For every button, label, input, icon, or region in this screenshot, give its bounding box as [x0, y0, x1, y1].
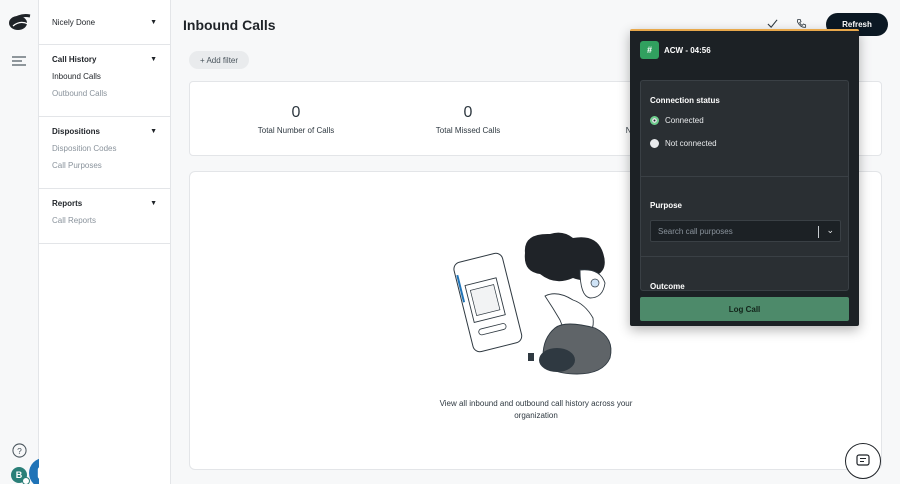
radio-unchecked-icon [650, 139, 659, 148]
stat-total-calls: 0 Total Number of Calls [257, 104, 335, 135]
sidebar-item-inbound-calls[interactable]: Inbound Calls [52, 72, 157, 81]
chevron-down-icon: ▼ [150, 18, 157, 26]
sidebar: Nicely Done ▼ Call History ▼ Inbound Cal… [39, 0, 171, 484]
sidebar-section-header[interactable]: Reports ▼ [52, 199, 157, 208]
purpose-placeholder: Search call purposes [658, 226, 733, 236]
select-separator [818, 226, 819, 238]
divider [641, 176, 848, 177]
workspace-selector[interactable]: Nicely Done ▼ [39, 0, 170, 44]
chat-bubble-icon [856, 454, 870, 466]
radio-connected[interactable]: Connected [650, 116, 704, 125]
chevron-down-icon: ⌄ [826, 225, 834, 235]
acw-form: Connection status Connected Not connecte… [640, 80, 849, 291]
log-call-button[interactable]: Log Call [640, 297, 849, 321]
sidebar-item-outbound-calls[interactable]: Outbound Calls [52, 89, 157, 98]
chevron-down-icon: ▼ [150, 56, 157, 63]
purpose-select[interactable]: Search call purposes ⌄ [650, 220, 841, 242]
icon-rail: ? B [0, 0, 39, 484]
empty-state-illustration [453, 232, 612, 375]
empty-state-text: View all inbound and outbound call histo… [439, 399, 633, 420]
phone-icon[interactable] [796, 18, 807, 29]
menu-icon[interactable] [12, 55, 26, 69]
acw-panel: # ACW - 04:56 Connection status Connecte… [630, 29, 859, 326]
svg-text:?: ? [17, 446, 22, 456]
radio-not-connected[interactable]: Not connected [650, 139, 717, 148]
sidebar-item-call-reports[interactable]: Call Reports [52, 216, 157, 225]
workspace-name: Nicely Done [52, 17, 96, 27]
acw-header: # ACW - 04:56 [630, 31, 859, 69]
acw-title: ACW - 04:56 [664, 45, 711, 55]
purpose-label: Purpose [650, 201, 683, 210]
chat-button[interactable] [845, 443, 881, 479]
stat-missed-calls: 0 Total Missed Calls [435, 104, 501, 135]
chevron-down-icon: ▼ [150, 200, 157, 207]
chevron-down-icon: ▼ [150, 128, 157, 135]
checkmark-icon[interactable] [767, 18, 778, 29]
sidebar-section-call-history: Call History ▼ Inbound Calls Outbound Ca… [39, 44, 170, 116]
page-title: Inbound Calls [183, 17, 276, 33]
sidebar-section-dispositions: Dispositions ▼ Disposition Codes Call Pu… [39, 116, 170, 188]
sidebar-section-header[interactable]: Call History ▼ [52, 55, 157, 64]
status-dot-icon [22, 477, 30, 484]
app-logo-icon[interactable] [8, 12, 32, 32]
sidebar-item-call-purposes[interactable]: Call Purposes [52, 161, 157, 170]
sidebar-section-reports: Reports ▼ Call Reports [39, 188, 170, 244]
radio-checked-icon [650, 116, 659, 125]
sidebar-item-disposition-codes[interactable]: Disposition Codes [52, 144, 157, 153]
connection-status-label: Connection status [650, 96, 720, 105]
help-icon[interactable]: ? [12, 443, 27, 458]
outcome-label: Outcome [650, 282, 685, 291]
divider [641, 256, 848, 257]
add-filter-button[interactable]: + Add filter [189, 51, 250, 69]
sidebar-section-header[interactable]: Dispositions ▼ [52, 127, 157, 136]
hash-icon: # [640, 41, 659, 59]
